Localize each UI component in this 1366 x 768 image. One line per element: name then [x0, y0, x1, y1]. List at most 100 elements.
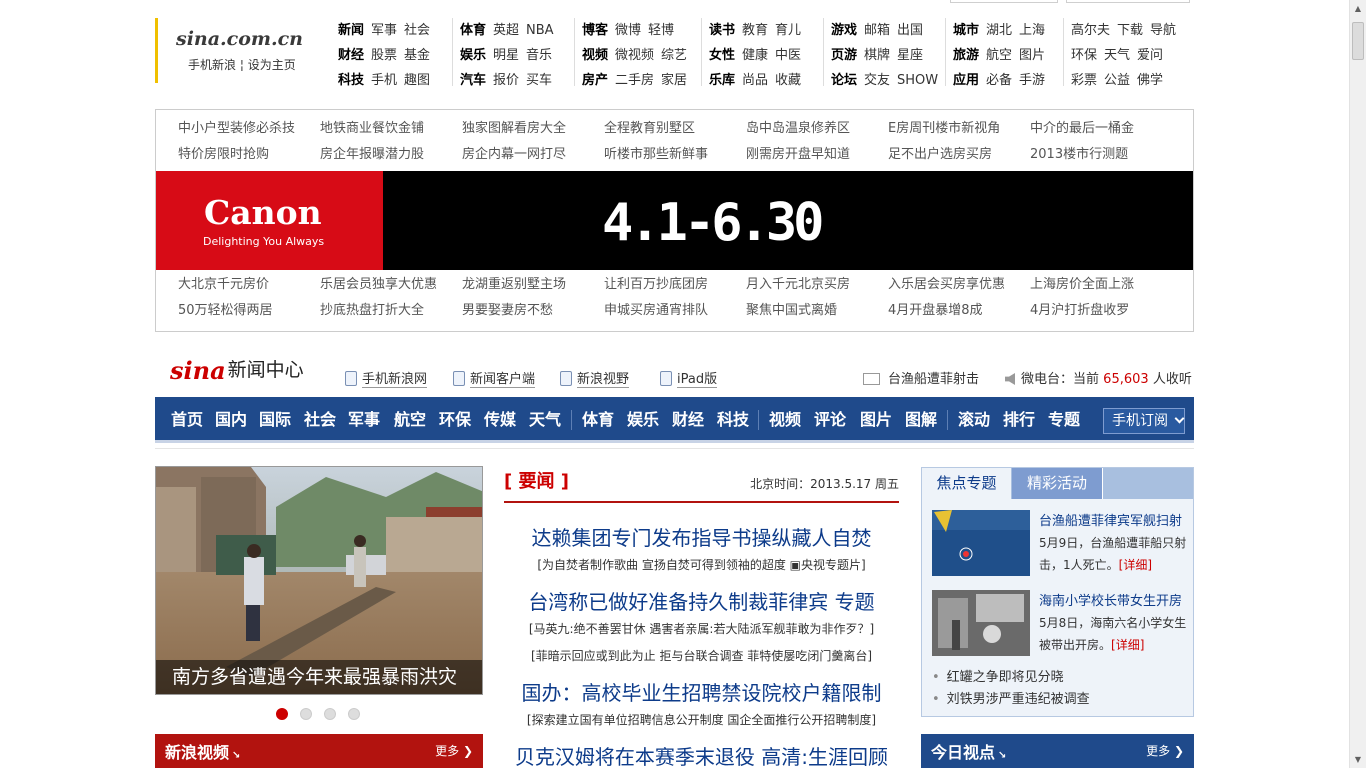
main-nav-item[interactable]: 视频 — [769, 397, 801, 443]
search-input-edge[interactable] — [950, 0, 1058, 3]
main-nav-item[interactable]: 评论 — [814, 397, 846, 443]
news-headline[interactable]: 台湾称已做好准备持久制裁菲律宾 专题 — [504, 586, 899, 615]
nav-link[interactable]: 新闻 — [338, 18, 364, 43]
nav-link[interactable]: 轻博 — [648, 18, 674, 43]
nav-link[interactable]: 交友 — [864, 68, 890, 93]
nav-link[interactable]: 科技 — [338, 68, 364, 93]
nav-link[interactable]: 买车 — [526, 68, 552, 93]
ipad-tool[interactable]: iPad版 — [660, 371, 718, 389]
scroll-up-arrow-icon[interactable]: ▲ — [1350, 0, 1366, 17]
nav-link[interactable]: 论坛 — [831, 68, 857, 93]
ad-link[interactable]: 申城买房通宵排队 — [604, 298, 746, 324]
ad-link[interactable]: 2013楼市行测题 — [1030, 142, 1172, 168]
nav-link[interactable]: 手机 — [371, 68, 397, 93]
ad-link[interactable]: E房周刊楼市新视角 — [888, 116, 1030, 142]
ad-link[interactable]: 男要娶妻房不愁 — [462, 298, 604, 324]
main-nav-item[interactable]: 传媒 — [484, 397, 516, 443]
main-nav-item[interactable]: 天气 — [529, 397, 561, 443]
nav-link[interactable]: 手游 — [1019, 68, 1045, 93]
nav-link[interactable]: 报价 — [493, 68, 519, 93]
nav-link[interactable]: 二手房 — [615, 68, 654, 93]
nav-link[interactable]: 社会 — [404, 18, 430, 43]
main-nav-item[interactable]: 专题 — [1048, 397, 1080, 443]
nav-link[interactable]: 游戏 — [831, 18, 857, 43]
ad-link[interactable]: 50万轻松得两居 — [178, 298, 320, 324]
nav-link[interactable]: 环保 — [1071, 43, 1097, 68]
sina-vision-tool[interactable]: 新浪视野 — [560, 371, 630, 389]
nav-link[interactable]: 彩票 — [1071, 68, 1097, 93]
ad-link[interactable]: 4月沪打折盘收罗 — [1030, 298, 1172, 324]
news-sublinks[interactable]: [马英九:绝不善罢甘休 遇害者亲属:若大陆派军舰菲敢为非作歹？] — [504, 620, 899, 637]
tab-focus-topics[interactable]: 焦点专题 — [922, 468, 1011, 499]
nav-link[interactable]: 教育 — [742, 18, 768, 43]
ad-link[interactable]: 特价房限时抢购 — [178, 142, 320, 168]
ad-link[interactable]: 中介的最后一桶金 — [1030, 116, 1172, 142]
nav-link[interactable]: 旅游 — [953, 43, 979, 68]
nav-link[interactable]: 图片 — [1019, 43, 1045, 68]
nav-link[interactable]: 健康 — [742, 43, 768, 68]
focus-image[interactable] — [932, 510, 1030, 576]
main-nav-item[interactable]: 图解 — [905, 397, 937, 443]
news-headline[interactable]: 贝克汉姆将在本赛季末退役 高清:生涯回顾 — [504, 741, 899, 768]
nav-link[interactable]: 视频 — [582, 43, 608, 68]
nav-link[interactable]: 应用 — [953, 68, 979, 93]
nav-link[interactable]: 邮箱 — [864, 18, 890, 43]
main-nav-item[interactable]: 国际 — [259, 397, 291, 443]
main-nav-item[interactable]: 图片 — [860, 397, 892, 443]
nav-link[interactable]: 页游 — [831, 43, 857, 68]
detail-link[interactable]: [详细] — [1111, 638, 1144, 652]
main-nav-item[interactable]: 体育 — [582, 397, 614, 443]
ad-link[interactable]: 岛中岛温泉修养区 — [746, 116, 888, 142]
nav-link[interactable]: 高尔夫 — [1071, 18, 1110, 43]
nav-link[interactable]: 娱乐 — [460, 43, 486, 68]
slide-dot[interactable] — [300, 708, 312, 720]
main-nav-item[interactable]: 航空 — [394, 397, 426, 443]
nav-link[interactable]: 湖北 — [986, 18, 1012, 43]
nav-link[interactable]: 房产 — [582, 68, 608, 93]
nav-link[interactable]: 尚品 — [742, 68, 768, 93]
mobile-sina-tool[interactable]: 手机新浪网 — [345, 371, 428, 389]
ad-link[interactable]: 上海房价全面上涨 — [1030, 272, 1172, 298]
main-nav-item[interactable]: 环保 — [439, 397, 471, 443]
focus-link[interactable]: 红罐之争即将见分晓 — [932, 666, 1064, 685]
scroll-down-arrow-icon[interactable]: ▼ — [1350, 751, 1366, 768]
ad-link[interactable]: 听楼市那些新鲜事 — [604, 142, 746, 168]
nav-link[interactable]: 基金 — [404, 43, 430, 68]
nav-link[interactable]: 必备 — [986, 68, 1012, 93]
nav-link[interactable]: 趣图 — [404, 68, 430, 93]
ad-link[interactable]: 月入千元北京买房 — [746, 272, 888, 298]
nav-link[interactable]: 读书 — [709, 18, 735, 43]
nav-link[interactable]: 上海 — [1019, 18, 1045, 43]
focus-item-title[interactable]: 台渔船遭菲律宾军舰扫射 — [1039, 510, 1182, 529]
nav-link[interactable]: 下载 — [1117, 18, 1143, 43]
more-link[interactable]: 更多 ❯ — [435, 742, 473, 759]
nav-link[interactable]: 航空 — [986, 43, 1012, 68]
nav-link[interactable]: 体育 — [460, 18, 486, 43]
news-client-tool[interactable]: 新闻客户端 — [453, 371, 536, 389]
ad-link[interactable]: 4月开盘暴增8成 — [888, 298, 1030, 324]
news-sublinks[interactable]: [菲暗示回应或到此为止 拒与台联合调查 菲特使屡吃闭门羹离台] — [504, 647, 899, 664]
focus-link[interactable]: 刘铁男涉严重违纪被调查 — [932, 688, 1090, 707]
login-input-edge[interactable] — [1066, 0, 1190, 3]
slide-dot[interactable] — [276, 708, 288, 720]
nav-link[interactable]: NBA — [526, 18, 554, 43]
nav-link[interactable]: 公益 — [1104, 68, 1130, 93]
nav-link[interactable]: 综艺 — [661, 43, 687, 68]
nav-link[interactable]: 星座 — [897, 43, 923, 68]
canon-banner-ad[interactable]: Canon Delighting You Always 4.1-6.30 — [156, 171, 1193, 270]
main-nav-item[interactable]: 军事 — [348, 397, 380, 443]
nav-link[interactable]: 英超 — [493, 18, 519, 43]
news-headline[interactable]: 国办：高校毕业生招聘禁设院校户籍限制 — [504, 677, 899, 706]
nav-link[interactable]: 城市 — [953, 18, 979, 43]
nav-link[interactable]: 音乐 — [526, 43, 552, 68]
ad-link[interactable]: 全程教育别墅区 — [604, 116, 746, 142]
nav-link[interactable]: 财经 — [338, 43, 364, 68]
sina-video-title[interactable]: 新浪视频 ↘ — [165, 739, 240, 763]
detail-link[interactable]: [详细] — [1119, 558, 1152, 572]
nav-link[interactable]: 导航 — [1150, 18, 1176, 43]
main-nav-item[interactable]: 娱乐 — [627, 397, 659, 443]
nav-link[interactable]: SHOW — [897, 68, 938, 93]
ad-link[interactable]: 地铁商业餐饮金铺 — [320, 116, 462, 142]
nav-link[interactable]: 明星 — [493, 43, 519, 68]
nav-link[interactable]: 育儿 — [775, 18, 801, 43]
